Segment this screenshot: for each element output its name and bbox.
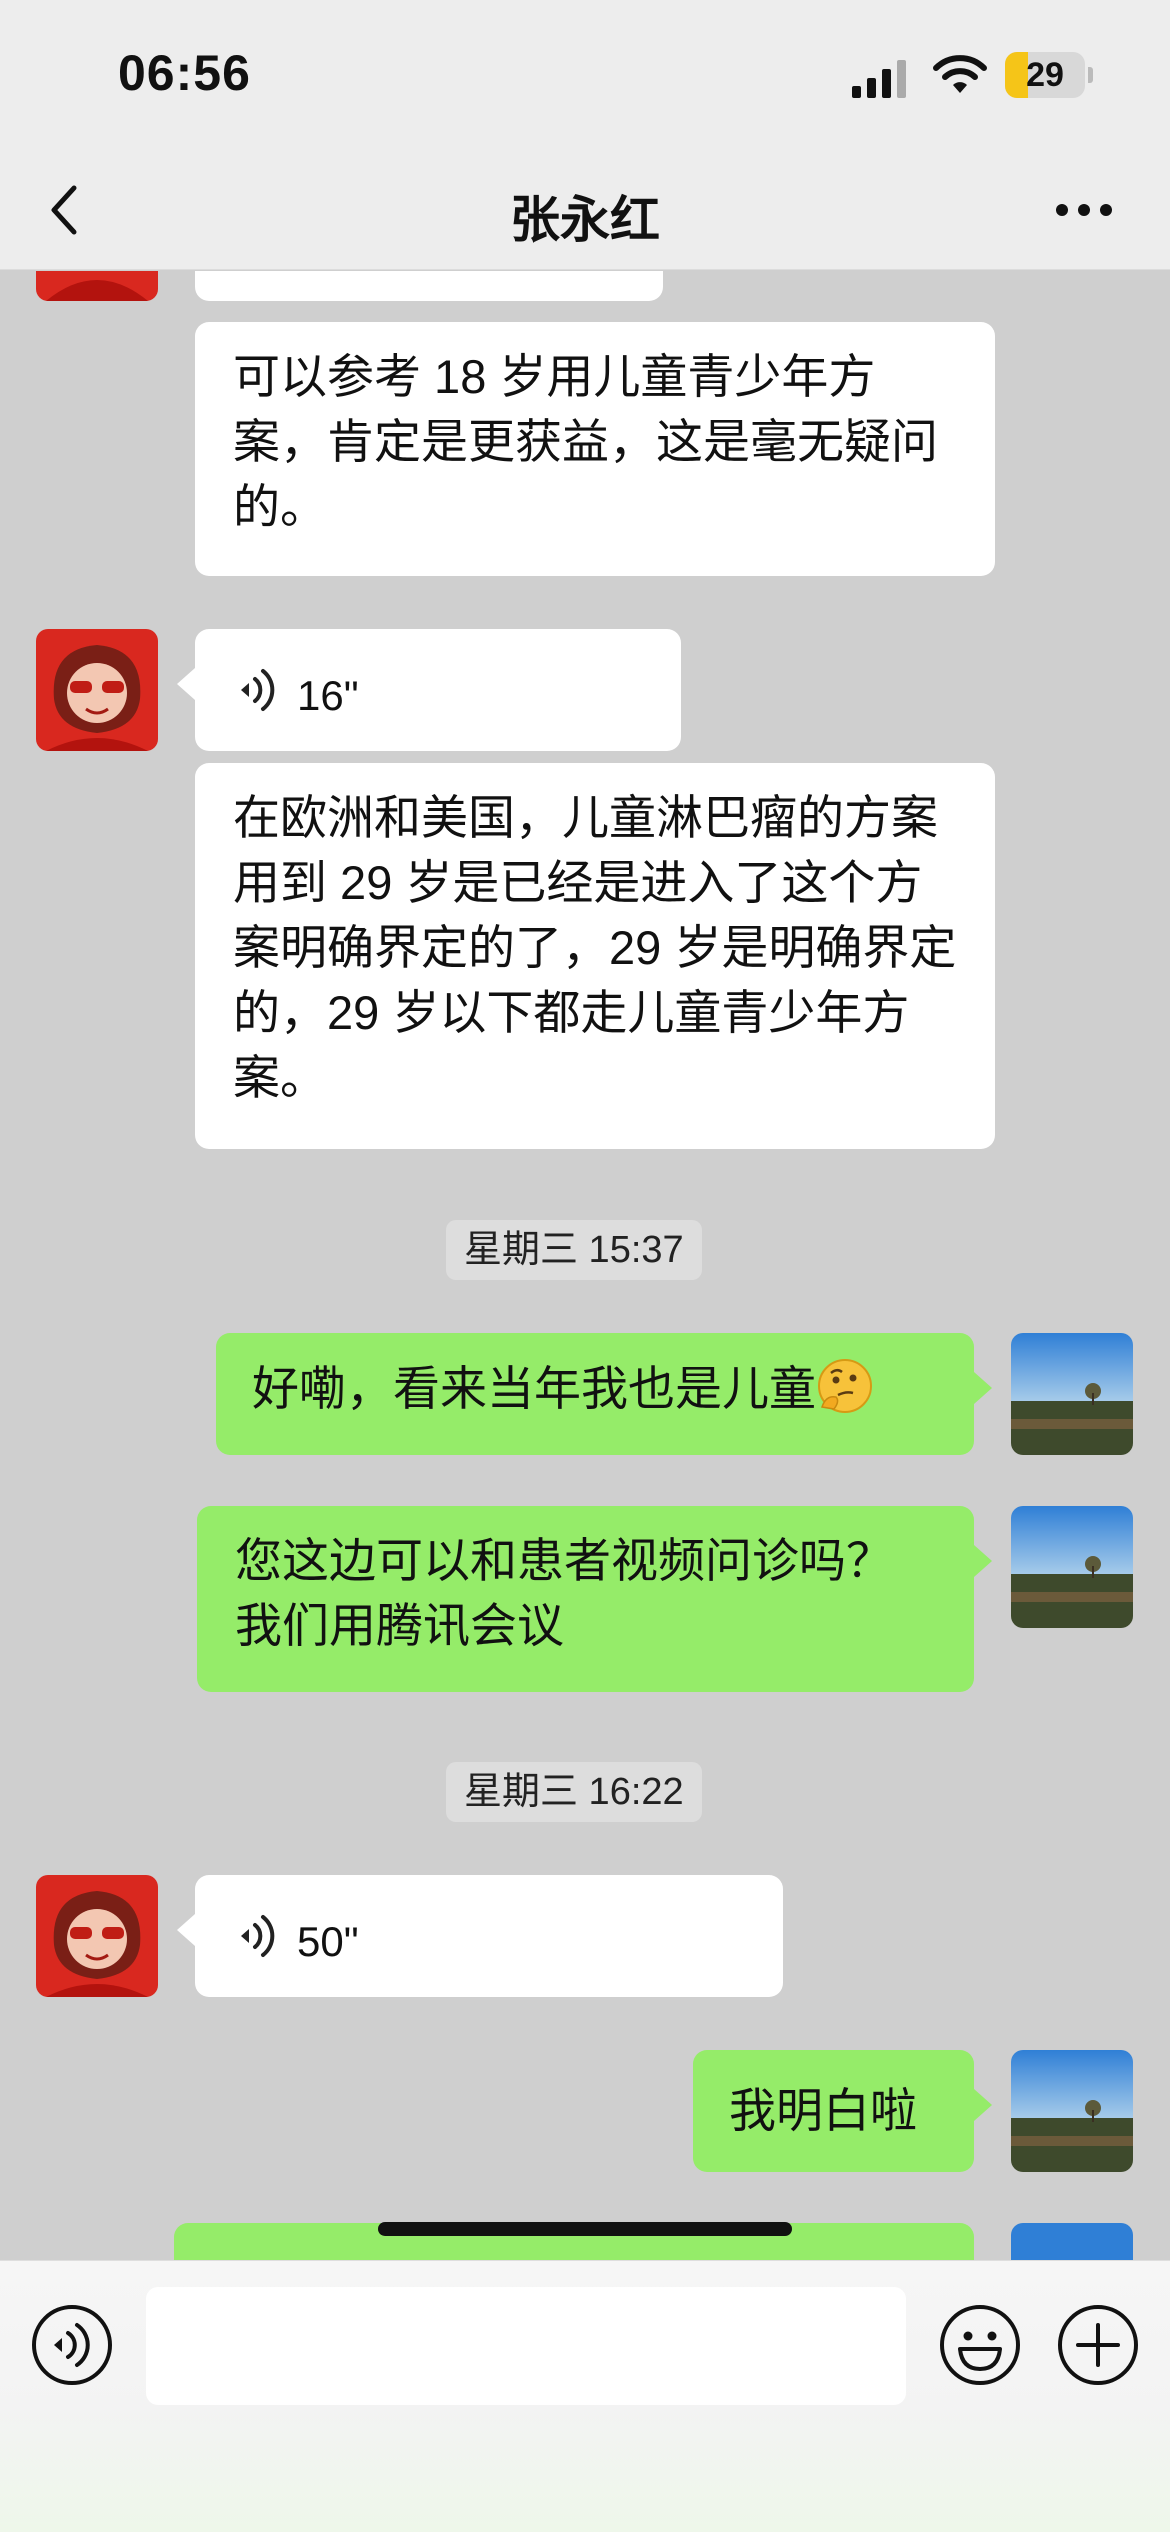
- message-text: 在欧洲和美国，儿童淋巴瘤的方案用到 29 岁是已经是进入了这个方案明确界定的了，…: [233, 791, 957, 1104]
- chat-title: 张永红: [510, 192, 660, 248]
- status-time: 06:56: [118, 45, 251, 101]
- signal-icon: [852, 60, 906, 98]
- message-bubble-partial[interactable]: [195, 271, 663, 301]
- my-avatar[interactable]: [1011, 1333, 1133, 1455]
- my-avatar[interactable]: [1011, 1506, 1133, 1628]
- plus-icon[interactable]: [1056, 2303, 1140, 2387]
- voice-duration: 16": [297, 672, 359, 719]
- message-text: 好嘞，看来当年我也是儿童: [252, 1362, 816, 1415]
- avatar[interactable]: [36, 1875, 158, 1997]
- avatar[interactable]: [36, 629, 158, 751]
- emoji-icon[interactable]: [938, 2303, 1022, 2387]
- message-text: 我明白啦: [729, 2084, 917, 2137]
- keyboard-voice-icon[interactable]: [30, 2303, 114, 2387]
- battery-level: 29: [1026, 56, 1064, 94]
- message-bubble[interactable]: 在欧洲和美国，儿童淋巴瘤的方案用到 29 岁是已经是进入了这个方案明确界定的了，…: [195, 763, 995, 1149]
- my-message-bubble[interactable]: 我明白啦: [693, 2050, 974, 2172]
- home-indicator: [378, 2222, 792, 2236]
- voice-duration: 50": [297, 1918, 359, 1965]
- message-text: 可以参考 18 岁用儿童青少年方案，肯定是更获益，这是毫无疑问的。: [233, 350, 938, 533]
- avatar[interactable]: [36, 271, 158, 301]
- input-bar: [0, 2260, 1170, 2532]
- my-message-bubble[interactable]: 好嘞，看来当年我也是儿童: [216, 1333, 974, 1455]
- voice-message[interactable]: 50": [195, 1875, 783, 1997]
- message-input[interactable]: [146, 2287, 906, 2405]
- my-avatar[interactable]: [1011, 2050, 1133, 2172]
- message-text: 您这边可以和患者视频问诊吗？我们用腾讯会议: [235, 1534, 893, 1652]
- my-message-bubble[interactable]: 您这边可以和患者视频问诊吗？我们用腾讯会议: [197, 1506, 974, 1692]
- status-bar: 06:56 29: [0, 0, 1170, 150]
- my-avatar[interactable]: [1011, 2223, 1133, 2260]
- nav-bar: 张永红: [0, 150, 1170, 270]
- more-icon[interactable]: [1054, 198, 1114, 222]
- thinking-face-emoji: [818, 1359, 872, 1413]
- wifi-icon: [933, 55, 987, 93]
- battery-indicator: 29: [1005, 52, 1093, 98]
- timestamp: 星期三 16:22: [446, 1762, 702, 1822]
- timestamp: 星期三 15:37: [446, 1220, 702, 1280]
- message-list[interactable]: 可以参考 18 岁用儿童青少年方案，肯定是更获益，这是毫无疑问的。 16" 在欧…: [0, 271, 1170, 2260]
- voice-message[interactable]: 16": [195, 629, 681, 751]
- message-bubble[interactable]: 可以参考 18 岁用儿童青少年方案，肯定是更获益，这是毫无疑问的。: [195, 322, 995, 576]
- voice-icon: [241, 669, 275, 711]
- voice-icon: [241, 1915, 275, 1957]
